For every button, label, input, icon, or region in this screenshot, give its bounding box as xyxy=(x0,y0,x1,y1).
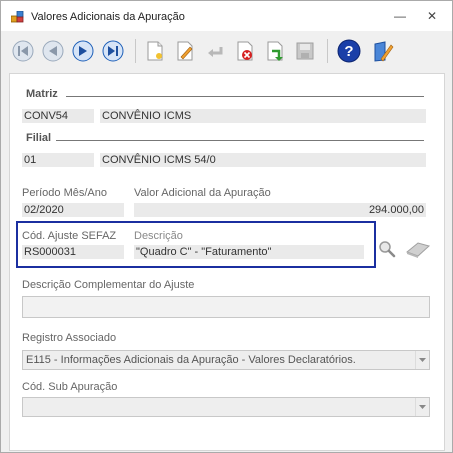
close-button[interactable]: ✕ xyxy=(425,9,439,23)
app-icon xyxy=(11,11,24,23)
confirm-button[interactable] xyxy=(261,37,289,65)
descricao-complementar-label: Descrição Complementar do Ajuste xyxy=(22,279,195,291)
title-bar: Valores Adicionais da Apuração — ✕ xyxy=(1,1,452,31)
filial-section-title: Filial xyxy=(26,132,52,144)
next-record-button[interactable] xyxy=(69,37,97,65)
save-button[interactable] xyxy=(291,37,319,65)
valor-adicional-field: 294.000,00 xyxy=(134,203,426,217)
last-record-button[interactable] xyxy=(99,37,127,65)
edit-button[interactable] xyxy=(171,37,199,65)
toolbar: ? xyxy=(1,31,452,71)
ajuste-desc-field: "Quadro C" - "Faturamento" xyxy=(134,245,364,259)
form-panel: Matriz CONV54 CONVÊNIO ICMS Filial 01 CO… xyxy=(9,73,445,451)
filial-code-field: 01 xyxy=(22,153,94,167)
window-title: Valores Adicionais da Apuração xyxy=(31,11,185,23)
notes-icon xyxy=(374,41,394,62)
new-document-icon xyxy=(147,41,163,61)
previous-record-icon xyxy=(42,40,64,62)
toolbar-separator xyxy=(327,39,328,63)
delete-button[interactable] xyxy=(231,37,259,65)
delete-icon xyxy=(237,41,253,61)
chevron-down-icon[interactable] xyxy=(415,351,429,369)
sub-apuracao-label: Cód. Sub Apuração xyxy=(22,381,118,393)
confirm-icon xyxy=(267,41,283,61)
search-icon[interactable] xyxy=(378,240,396,258)
edit-icon xyxy=(177,41,193,61)
registro-associado-value: E115 - Informações Adicionais da Apuraçã… xyxy=(26,354,356,366)
previous-record-button[interactable] xyxy=(39,37,67,65)
new-button[interactable] xyxy=(141,37,169,65)
undo-icon xyxy=(208,47,223,57)
registro-associado-select[interactable]: E115 - Informações Adicionais da Apuraçã… xyxy=(22,350,430,370)
first-record-button[interactable] xyxy=(9,37,37,65)
dialog-window: Valores Adicionais da Apuração — ✕ ? Mat… xyxy=(0,0,453,453)
sub-apuracao-select[interactable] xyxy=(22,397,430,417)
matriz-section-title: Matriz xyxy=(26,88,58,100)
ajuste-desc-label: Descrição xyxy=(134,230,183,242)
chevron-down-icon[interactable] xyxy=(415,398,429,416)
matriz-code-field: CONV54 xyxy=(22,109,94,123)
minimize-button[interactable]: — xyxy=(393,9,407,23)
filial-divider xyxy=(56,140,424,141)
eraser-icon[interactable] xyxy=(404,240,432,258)
periodo-field: 02/2020 xyxy=(22,203,124,217)
ajuste-code-label: Cód. Ajuste SEFAZ xyxy=(22,230,117,242)
undo-button[interactable] xyxy=(201,37,229,65)
matriz-divider xyxy=(66,96,424,97)
descricao-complementar-input[interactable] xyxy=(22,296,430,318)
help-button[interactable]: ? xyxy=(335,37,363,65)
toolbar-separator xyxy=(135,39,136,63)
next-record-icon xyxy=(72,40,94,62)
valor-adicional-label: Valor Adicional da Apuração xyxy=(134,187,271,199)
matriz-name-field: CONVÊNIO ICMS xyxy=(100,109,426,123)
help-icon: ? xyxy=(337,39,361,63)
filial-name-field: CONVÊNIO ICMS 54/0 xyxy=(100,153,426,167)
last-record-icon xyxy=(102,40,124,62)
first-record-icon xyxy=(12,40,34,62)
save-icon xyxy=(296,42,314,60)
svg-text:?: ? xyxy=(344,43,353,60)
notes-button[interactable] xyxy=(369,37,397,65)
registro-associado-label: Registro Associado xyxy=(22,332,117,344)
periodo-label: Período Mês/Ano xyxy=(22,187,107,199)
ajuste-code-field[interactable]: RS000031 xyxy=(22,245,124,259)
